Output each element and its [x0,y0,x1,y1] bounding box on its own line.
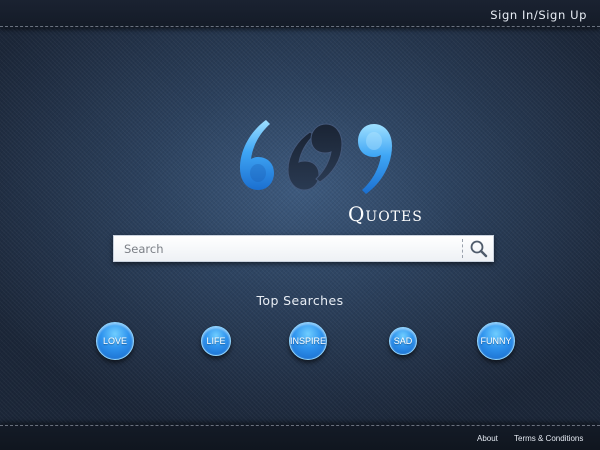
search-bar [113,235,494,262]
tag-sad[interactable]: SAD [389,327,417,355]
bottom-stitch-divider [0,425,600,426]
search-input[interactable] [114,236,460,261]
search-button[interactable] [466,238,492,259]
tag-inspire[interactable]: INSPIRE [289,322,327,360]
terms-link[interactable]: Terms & Conditions [514,434,583,443]
tag-label: INSPIRE [290,336,327,346]
search-divider [462,239,463,258]
search-icon [470,240,488,258]
tag-love[interactable]: LOVE [96,322,134,360]
quote-marks-logo [240,120,392,194]
tag-life[interactable]: LIFE [201,326,231,356]
background-texture [0,0,600,450]
sign-in-link[interactable]: Sign In/Sign Up [490,8,587,22]
tag-label: LIFE [206,336,226,346]
logo-wordmark: Quotes [348,202,423,226]
tag-label: FUNNY [480,336,512,346]
tag-label: SAD [393,336,413,346]
tag-funny[interactable]: FUNNY [477,322,515,360]
about-link[interactable]: About [477,434,498,443]
footer-bar: About Terms & Conditions [0,424,600,450]
top-bar: Sign In/Sign Up [0,0,600,28]
top-searches-title: Top Searches [256,293,344,308]
tag-label: LOVE [102,336,127,346]
top-stitch-divider [0,26,600,27]
